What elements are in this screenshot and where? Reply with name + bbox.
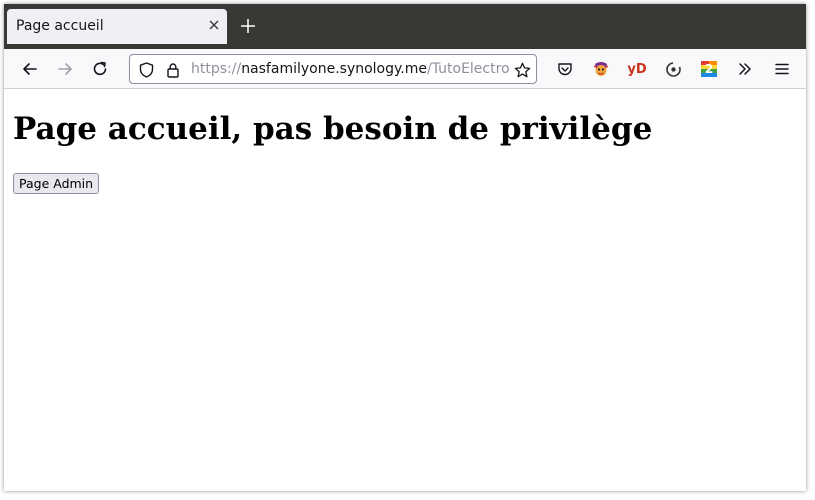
shield-icon[interactable] — [137, 61, 155, 79]
tab-title: Page accueil — [16, 18, 104, 34]
arrow-right-icon — [58, 63, 72, 75]
back-button[interactable] — [19, 58, 41, 80]
two-icon-label: 2 — [704, 62, 714, 76]
page-admin-button[interactable]: Page Admin — [13, 173, 100, 194]
tab-page-accueil[interactable]: Page accueil — [7, 9, 227, 44]
plus-icon[interactable] — [237, 15, 259, 37]
ublock-origin-icon[interactable] — [590, 58, 612, 80]
lock-icon[interactable] — [164, 61, 182, 79]
vortex-icon[interactable] — [662, 58, 684, 80]
forward-button[interactable] — [54, 58, 76, 80]
navigation-toolbar: https://nasfamilyone.synology.me/TutoEle… — [4, 49, 806, 89]
reload-icon — [93, 61, 107, 76]
url-text[interactable]: https://nasfamilyone.synology.me/TutoEle… — [191, 61, 509, 77]
page-content: Page accueil, pas besoin de privilège Pa… — [4, 89, 806, 491]
star-icon[interactable] — [513, 61, 531, 79]
close-icon[interactable] — [205, 16, 223, 34]
tab-bar: Page accueil — [4, 4, 806, 49]
pocket-icon[interactable] — [554, 58, 576, 80]
reload-button[interactable] — [89, 58, 111, 80]
two-icon[interactable]: 2 — [698, 58, 720, 80]
hamburger-menu-icon[interactable] — [771, 58, 793, 80]
page-heading: Page accueil, pas besoin de privilège — [13, 111, 653, 147]
arrow-left-icon — [23, 63, 37, 75]
browser-window: Page accueil https://nasfamilyone.synolo… — [4, 4, 806, 491]
url-host: nasfamilyone.synology.me — [241, 61, 427, 77]
url-scheme: https:// — [191, 61, 242, 77]
chevron-double-right-icon[interactable] — [734, 58, 756, 80]
url-path: /TutoElectronDashboard/ — [427, 61, 509, 77]
yd-icon[interactable]: yD — [626, 58, 648, 80]
url-bar[interactable]: https://nasfamilyone.synology.me/TutoEle… — [129, 54, 537, 84]
